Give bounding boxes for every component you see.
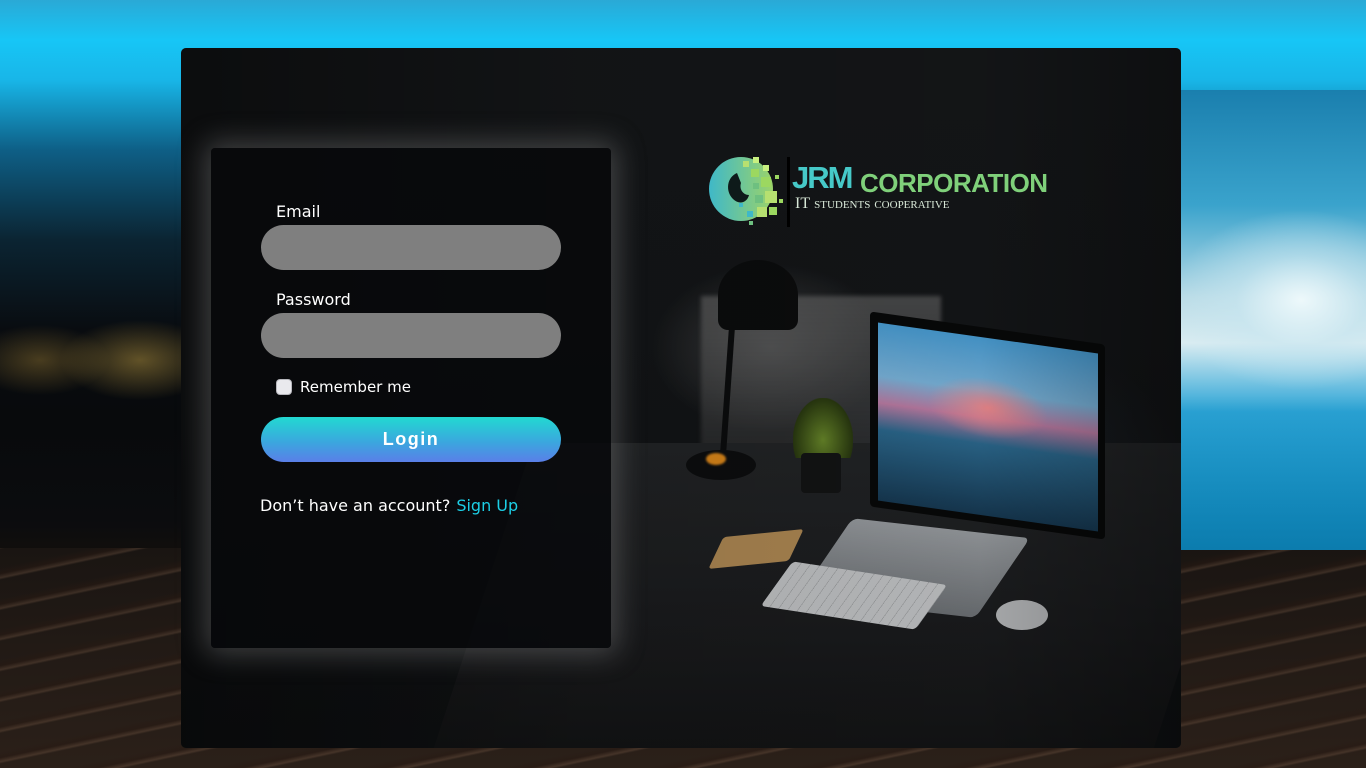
tagline-students: STUDENTS [814,199,871,211]
email-field[interactable] [261,225,561,270]
brand-tagline: IT STUDENTS COOPERATIVE [795,195,1055,213]
tagline-cooperative: COOPERATIVE [874,199,950,211]
globe-pixel-icon [709,157,783,225]
logo-divider [787,157,790,227]
login-panel: Email Password Remember me Login Don’t h… [211,148,611,648]
brand-name-jrm: JRM [792,160,853,195]
signup-row: Don’t have an account? Sign Up [260,496,518,515]
password-field[interactable] [261,313,561,358]
background-shade-right [1181,290,1366,550]
remember-me-checkbox[interactable] [276,379,292,395]
brand-logo: JRM CORPORATION IT STUDENTS COOPERATIVE [709,155,1054,230]
signup-link[interactable]: Sign Up [456,496,518,515]
remember-me-label[interactable]: Remember me [300,378,411,396]
tagline-it: IT [795,195,811,212]
password-label: Password [276,290,351,309]
remember-me-row: Remember me [276,377,411,397]
email-label: Email [276,202,321,221]
signup-prompt: Don’t have an account? [260,496,451,515]
login-button[interactable]: Login [261,417,561,462]
